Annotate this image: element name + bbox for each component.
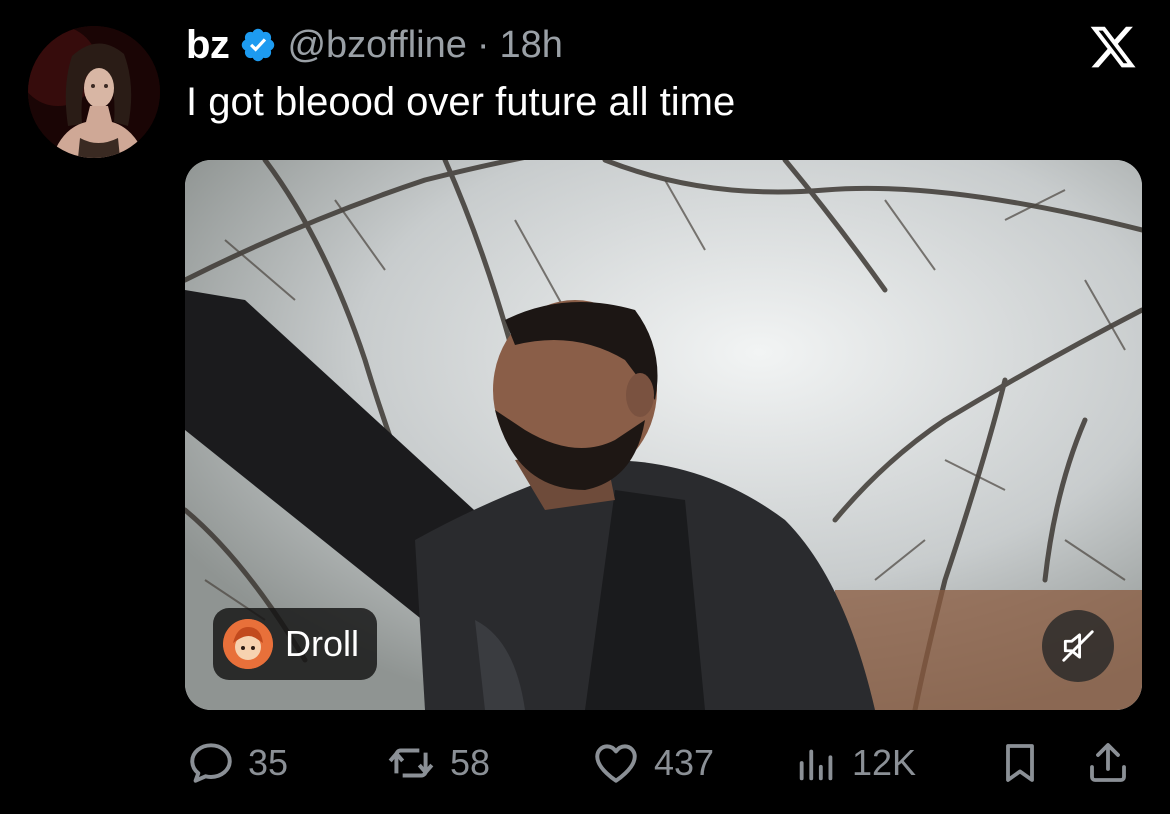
reply-count: 35 [248, 742, 289, 783]
verified-badge-icon [239, 26, 277, 64]
views-icon [799, 749, 833, 781]
mute-toggle-button[interactable] [1042, 610, 1114, 682]
tweet-video[interactable]: Droll [185, 160, 1142, 710]
display-name[interactable]: bz [186, 23, 230, 68]
avatar[interactable] [28, 26, 160, 158]
muted-speaker-icon [1062, 630, 1094, 662]
reply-button[interactable]: 35 [186, 733, 288, 793]
tweet-header: bz @bzoffline · 18h [186, 22, 563, 68]
tweet[interactable]: bz @bzoffline · 18h I got bleood over fu… [0, 0, 1170, 814]
bookmark-icon [1006, 744, 1034, 782]
repost-icon [388, 748, 434, 778]
x-logo-icon [1088, 22, 1138, 72]
video-source-chip[interactable]: Droll [213, 608, 378, 680]
views-button[interactable]: 12K [794, 733, 916, 793]
separator-dot: · [476, 23, 490, 66]
share-icon [1090, 743, 1126, 782]
like-count: 437 [654, 742, 715, 783]
share-button[interactable] [1084, 733, 1132, 793]
heart-icon [595, 744, 637, 783]
repost-button[interactable]: 58 [384, 733, 490, 793]
like-button[interactable]: 437 [590, 733, 714, 793]
tweet-text: I got bleood over future all time [186, 80, 736, 124]
source-avatar-icon [223, 619, 273, 669]
reply-icon [190, 743, 232, 783]
timestamp[interactable]: 18h [500, 24, 563, 67]
repost-count: 58 [450, 742, 491, 783]
views-count: 12K [852, 742, 917, 783]
video-source-label: Droll [285, 623, 360, 664]
bookmark-button[interactable] [996, 733, 1044, 793]
user-handle[interactable]: @bzoffline [287, 24, 466, 67]
tweet-actions: 35 58 437 12K [186, 733, 1141, 793]
